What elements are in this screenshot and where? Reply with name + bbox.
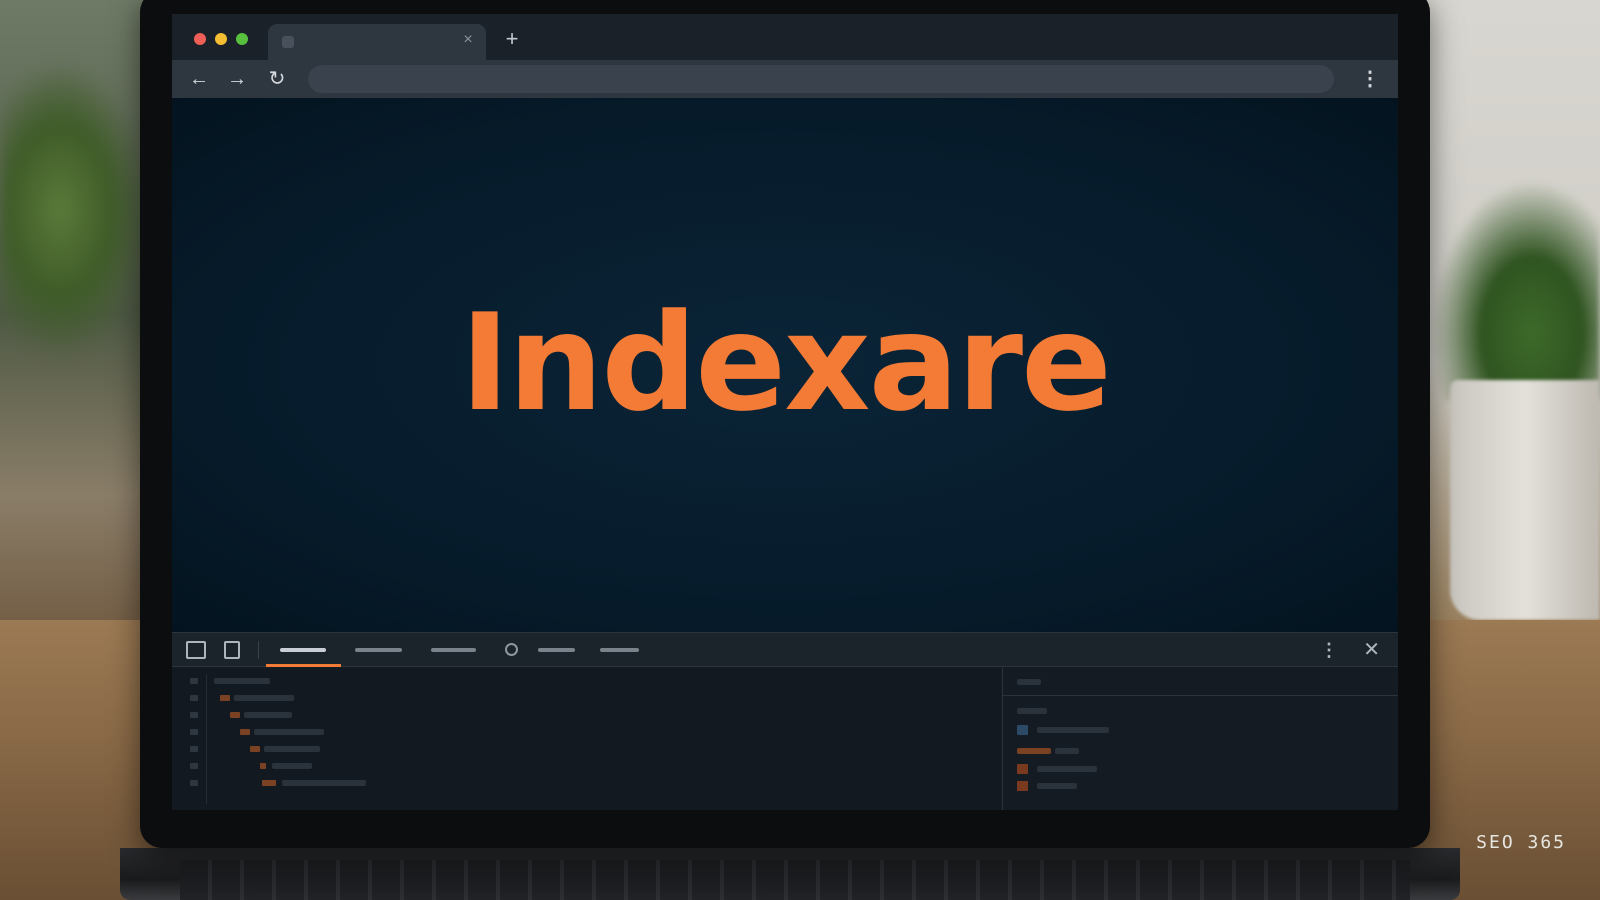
tag-marker: [260, 763, 266, 769]
style-rule: [1037, 727, 1109, 733]
window-minimize-button[interactable]: [215, 33, 227, 45]
line-number: [190, 729, 198, 735]
reload-icon[interactable]: ↻: [264, 66, 290, 92]
devtools-toolbar: ⋮ ✕: [172, 633, 1398, 667]
tree-guide: [206, 674, 207, 804]
window-maximize-button[interactable]: [236, 33, 248, 45]
devtools-tab-elements[interactable]: [280, 648, 326, 652]
styles-pane-header: [1003, 668, 1398, 696]
browser-toolbar: ← → ↻ ⋮: [172, 60, 1398, 98]
devtools-tab-sources[interactable]: [431, 648, 476, 652]
laptop-keyboard: [180, 860, 1410, 900]
code-line: [282, 780, 366, 786]
tag-marker: [250, 746, 260, 752]
styles-pane[interactable]: [1002, 668, 1398, 810]
watermark: SEO 365: [1476, 832, 1566, 853]
elements-tree[interactable]: [172, 668, 1001, 810]
toolbar-divider: [258, 641, 259, 659]
forward-arrow-icon[interactable]: →: [224, 66, 250, 92]
code-line: [244, 712, 292, 718]
line-number: [190, 695, 198, 701]
devtools-tab-performance-icon[interactable]: [505, 643, 518, 656]
line-number: [190, 763, 198, 769]
laptop-screen: × + ← → ↻ ⋮ Indexare ⋮ ✕: [172, 14, 1398, 810]
tag-marker: [220, 695, 230, 701]
code-line: [234, 695, 294, 701]
tab-close-icon[interactable]: ×: [458, 30, 478, 50]
code-line: [264, 746, 320, 752]
devtools-close-icon[interactable]: ✕: [1363, 637, 1380, 663]
tag-marker: [240, 729, 250, 735]
code-line: [272, 763, 312, 769]
style-rule-highlight: [1017, 748, 1051, 754]
tag-marker: [230, 712, 240, 718]
browser-tab-bar: × +: [172, 14, 1398, 60]
new-tab-icon[interactable]: +: [500, 28, 524, 52]
browser-menu-icon[interactable]: ⋮: [1360, 66, 1380, 92]
style-rule: [1037, 766, 1097, 772]
color-swatch[interactable]: [1017, 781, 1028, 791]
devtools-tab-application[interactable]: [600, 648, 639, 652]
line-number: [190, 746, 198, 752]
code-line: [254, 729, 324, 735]
plant-pot: [1450, 380, 1600, 620]
devtools-tab-memory[interactable]: [538, 648, 575, 652]
line-number: [190, 712, 198, 718]
devtools-more-icon[interactable]: ⋮: [1320, 637, 1338, 663]
active-tab-indicator: [266, 664, 341, 667]
browser-tab[interactable]: ×: [268, 24, 486, 60]
address-bar[interactable]: [308, 65, 1334, 93]
tag-marker: [262, 780, 276, 786]
inspect-element-icon[interactable]: [186, 641, 206, 659]
code-line: [214, 678, 270, 684]
devtools-panel: ⋮ ✕: [172, 632, 1398, 810]
line-number: [190, 780, 198, 786]
plant-left: [0, 60, 150, 360]
style-rule: [1055, 748, 1079, 754]
style-rule: [1037, 783, 1077, 789]
style-rule: [1017, 708, 1047, 714]
back-arrow-icon[interactable]: ←: [186, 66, 212, 92]
page-viewport: Indexare: [172, 98, 1398, 632]
devtools-tab-console[interactable]: [355, 648, 402, 652]
line-number: [190, 678, 198, 684]
device-toolbar-icon[interactable]: [224, 641, 240, 659]
tab-favicon-icon: [282, 36, 294, 48]
color-swatch[interactable]: [1017, 764, 1028, 774]
styles-header-label: [1017, 679, 1041, 685]
hero-title: Indexare: [460, 285, 1112, 441]
color-swatch[interactable]: [1017, 725, 1028, 735]
window-close-button[interactable]: [194, 33, 206, 45]
plant-right-leaves: [1430, 180, 1600, 400]
